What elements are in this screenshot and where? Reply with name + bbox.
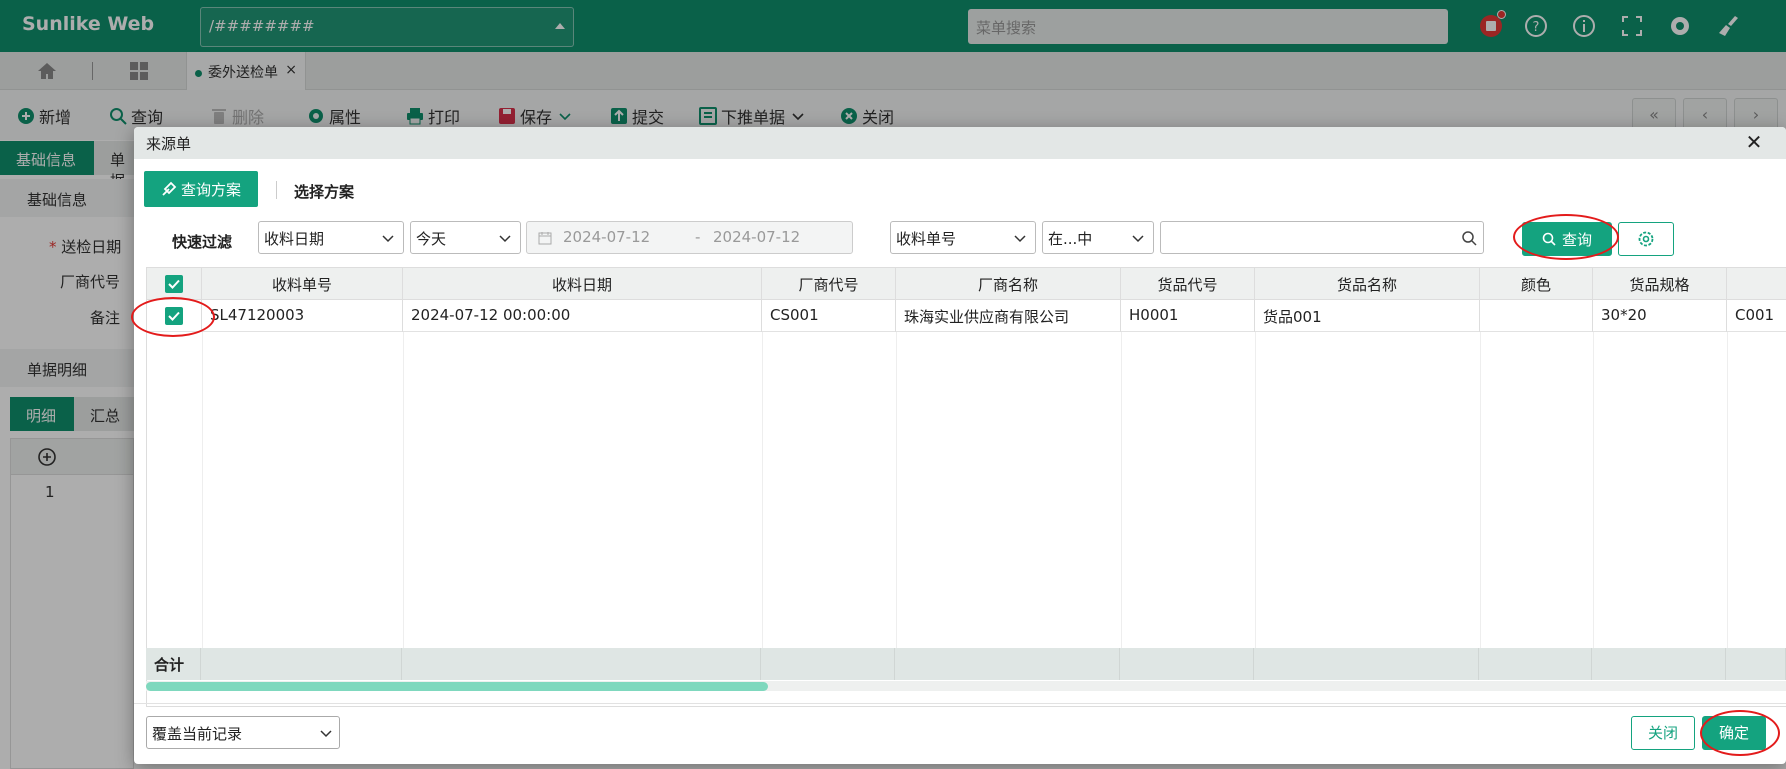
- col-receipt-date[interactable]: 收料日期: [403, 268, 762, 300]
- choose-scheme-button[interactable]: 选择方案: [294, 181, 354, 202]
- col-item-spec[interactable]: 货品规格: [1593, 268, 1727, 300]
- search-field-value: 收料单号: [896, 230, 957, 248]
- row-checkbox[interactable]: [165, 307, 183, 325]
- column-divider: [1727, 332, 1728, 676]
- col-receipt-no[interactable]: 收料单号: [202, 268, 403, 300]
- column-divider: [202, 332, 203, 676]
- table-row[interactable]: SL47120003 2024-07-12 00:00:00 CS001 珠海实…: [147, 300, 1786, 332]
- filter-period-value: 今天: [416, 230, 447, 248]
- search-operator-value: 在...中: [1048, 230, 1093, 248]
- summary-cell: [1592, 648, 1726, 680]
- source-grid: 收料单号 收料日期 厂商代号 厂商名称 货品代号 货品名称 颜色 货品规格 SL…: [146, 267, 1786, 707]
- quick-filter-label: 快速过滤: [172, 233, 233, 251]
- cell-vendor-name: 珠海实业供应商有限公司: [896, 300, 1121, 332]
- summary-cell: [895, 648, 1120, 680]
- column-divider: [1255, 332, 1256, 676]
- search-value-input[interactable]: [1160, 221, 1484, 254]
- filter-field-select[interactable]: 收料日期: [258, 221, 404, 254]
- dialog-close-icon[interactable]: ✕: [1744, 132, 1764, 152]
- date-range-input[interactable]: 2024-07-12 - 2024-07-12: [526, 221, 853, 254]
- column-divider: [1593, 332, 1594, 676]
- scheme-divider: [276, 181, 277, 199]
- dialog-query-button[interactable]: 查询: [1522, 222, 1612, 256]
- source-document-dialog: 来源单 ✕ 查询方案 选择方案 快速过滤 收料日期 今天 2024-07-12 …: [134, 127, 1786, 764]
- column-settings-button[interactable]: [1618, 222, 1674, 256]
- filter-period-select[interactable]: 今天: [410, 221, 521, 254]
- chevron-down-icon: [499, 235, 511, 243]
- col-item-code[interactable]: 货品代号: [1121, 268, 1255, 300]
- chevron-down-icon: [1014, 235, 1026, 243]
- summary-cell: [402, 648, 761, 680]
- date-from: 2024-07-12: [563, 228, 651, 246]
- query-scheme-label: 查询方案: [180, 180, 241, 199]
- calendar-icon: [538, 232, 552, 245]
- summary-row: 合计: [146, 648, 1786, 680]
- chevron-down-icon: [320, 730, 332, 738]
- date-to: 2024-07-12: [713, 228, 801, 246]
- row-select-cell[interactable]: [147, 300, 202, 332]
- column-divider: [403, 332, 404, 676]
- horizontal-scrollbar[interactable]: [146, 681, 1786, 691]
- confirm-button[interactable]: 确定: [1702, 716, 1766, 750]
- cell-receipt-date: 2024-07-12 00:00:00: [403, 300, 762, 332]
- footer-divider: [134, 703, 1786, 704]
- cell-color: [1480, 300, 1593, 332]
- summary-cell: [1254, 648, 1479, 680]
- cell-receipt-no: SL47120003: [202, 300, 403, 332]
- check-icon: [168, 279, 180, 289]
- filter-field-value: 收料日期: [264, 230, 325, 248]
- col-vendor-name[interactable]: 厂商名称: [896, 268, 1121, 300]
- summary-cell: [1726, 648, 1786, 680]
- search-operator-select[interactable]: 在...中: [1042, 221, 1154, 254]
- summary-cell: [761, 648, 895, 680]
- select-all-checkbox[interactable]: [165, 275, 183, 293]
- col-item-name[interactable]: 货品名称: [1255, 268, 1480, 300]
- col-vendor-code[interactable]: 厂商代号: [762, 268, 896, 300]
- search-icon[interactable]: [1461, 230, 1477, 246]
- summary-cell: [201, 648, 402, 680]
- cell-item-code: H0001: [1121, 300, 1255, 332]
- summary-cell: [1120, 648, 1254, 680]
- chevron-down-icon: [1132, 235, 1144, 243]
- cell-item-name: 货品001: [1255, 300, 1480, 332]
- column-divider: [896, 332, 897, 676]
- query-scheme-button[interactable]: 查询方案: [144, 171, 258, 207]
- dialog-close-button[interactable]: 关闭: [1631, 716, 1695, 750]
- chevron-down-icon: [382, 235, 394, 243]
- scheme-icon: [162, 181, 177, 196]
- column-divider: [762, 332, 763, 676]
- grid-empty-area: [147, 332, 1786, 676]
- col-color[interactable]: 颜色: [1480, 268, 1593, 300]
- dialog-header: 来源单 ✕: [134, 127, 1786, 159]
- date-separator: -: [695, 228, 701, 246]
- dialog-title: 来源单: [146, 135, 192, 153]
- cell-vendor-code: CS001: [762, 300, 896, 332]
- dialog-query-label: 查询: [1561, 230, 1592, 249]
- cell-item-spec: 30*20: [1593, 300, 1727, 332]
- overwrite-mode-select[interactable]: 覆盖当前记录: [146, 716, 340, 749]
- cell-next: C001: [1727, 300, 1786, 332]
- column-divider: [1480, 332, 1481, 676]
- grid-header-row: 收料单号 收料日期 厂商代号 厂商名称 货品代号 货品名称 颜色 货品规格: [147, 268, 1786, 300]
- scrollbar-thumb[interactable]: [146, 682, 768, 691]
- col-next[interactable]: [1727, 268, 1786, 300]
- search-icon: [1542, 232, 1556, 246]
- select-all-cell[interactable]: [147, 268, 202, 300]
- summary-label: 合计: [146, 648, 201, 680]
- gear-icon: [1638, 231, 1654, 247]
- overwrite-mode-value: 覆盖当前记录: [152, 725, 243, 743]
- check-icon: [168, 311, 180, 321]
- column-divider: [1121, 332, 1122, 676]
- summary-cell: [1479, 648, 1592, 680]
- search-field-select[interactable]: 收料单号: [890, 221, 1036, 254]
